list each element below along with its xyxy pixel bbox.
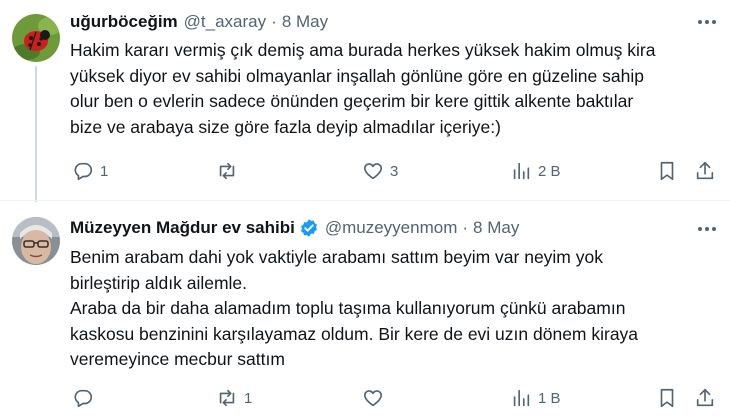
separator-dot: · [271, 12, 277, 31]
retweet-icon [219, 162, 235, 180]
tweet-text: Benim arabam dahi yok vaktiyle arabamı s… [70, 247, 639, 369]
like-button[interactable] [362, 387, 390, 409]
tweet-text: Hakim kararı vermiş çık demiş ama burada… [70, 40, 656, 137]
tweet-header: Müzeyyen Mağdur ev sahibi @muzeyyenmom ·… [70, 218, 690, 238]
reply-button[interactable] [72, 387, 100, 409]
views-icon [513, 162, 530, 180]
views-icon [513, 389, 530, 407]
tweet-date[interactable]: 8 May [473, 218, 519, 238]
bookmark-icon [660, 161, 674, 181]
verified-badge-icon[interactable] [299, 218, 319, 238]
reply-button[interactable]: 1 [72, 160, 108, 182]
retweet-icon [219, 389, 235, 407]
user-avatar[interactable] [12, 217, 60, 265]
display-name[interactable]: Müzeyyen Mağdur ev sahibi [70, 218, 295, 238]
views-count: 2 B [538, 162, 561, 180]
user-handle[interactable]: @muzeyyenmom [325, 218, 458, 238]
bookmark-button[interactable] [656, 387, 678, 409]
tweet-actions: 1 3 2 B [70, 160, 716, 184]
views-button[interactable]: 1 B [510, 387, 561, 409]
reply-icon [74, 389, 93, 408]
like-icon [363, 163, 383, 180]
tweet-2[interactable]: Müzeyyen Mağdur ev sahibi @muzeyyenmom ·… [0, 200, 730, 420]
share-button[interactable] [694, 387, 716, 409]
bookmark-icon [660, 388, 674, 408]
reply-icon [74, 162, 93, 181]
retweet-count: 1 [244, 389, 253, 407]
views-count: 1 B [538, 389, 561, 407]
like-count: 3 [390, 162, 399, 180]
retweet-button[interactable] [216, 160, 244, 182]
separator-dot: · [462, 218, 469, 237]
thread-line [35, 66, 37, 202]
share-icon [696, 388, 714, 407]
bookmark-button[interactable] [656, 160, 678, 182]
tweet-actions: 1 1 B [70, 387, 716, 411]
tweet-1[interactable]: uğurböceğim @t_axaray · 8 May Hakim kara… [0, 0, 730, 202]
display-name[interactable]: uğurböceğim [70, 12, 178, 32]
user-handle[interactable]: @t_axaray [184, 12, 266, 32]
retweet-button[interactable]: 1 [216, 387, 252, 409]
like-icon [363, 390, 383, 407]
share-button[interactable] [694, 160, 716, 182]
views-button[interactable]: 2 B [510, 160, 561, 182]
share-icon [696, 161, 714, 180]
tweet-header: uğurböceğim @t_axaray · 8 May [70, 12, 690, 32]
reply-count: 1 [100, 162, 109, 180]
like-button[interactable]: 3 [362, 160, 398, 182]
more-icon[interactable] [698, 227, 716, 231]
more-icon[interactable] [698, 20, 716, 24]
tweet-date[interactable]: 8 May [282, 12, 328, 32]
ladybug-avatar[interactable] [12, 14, 60, 62]
